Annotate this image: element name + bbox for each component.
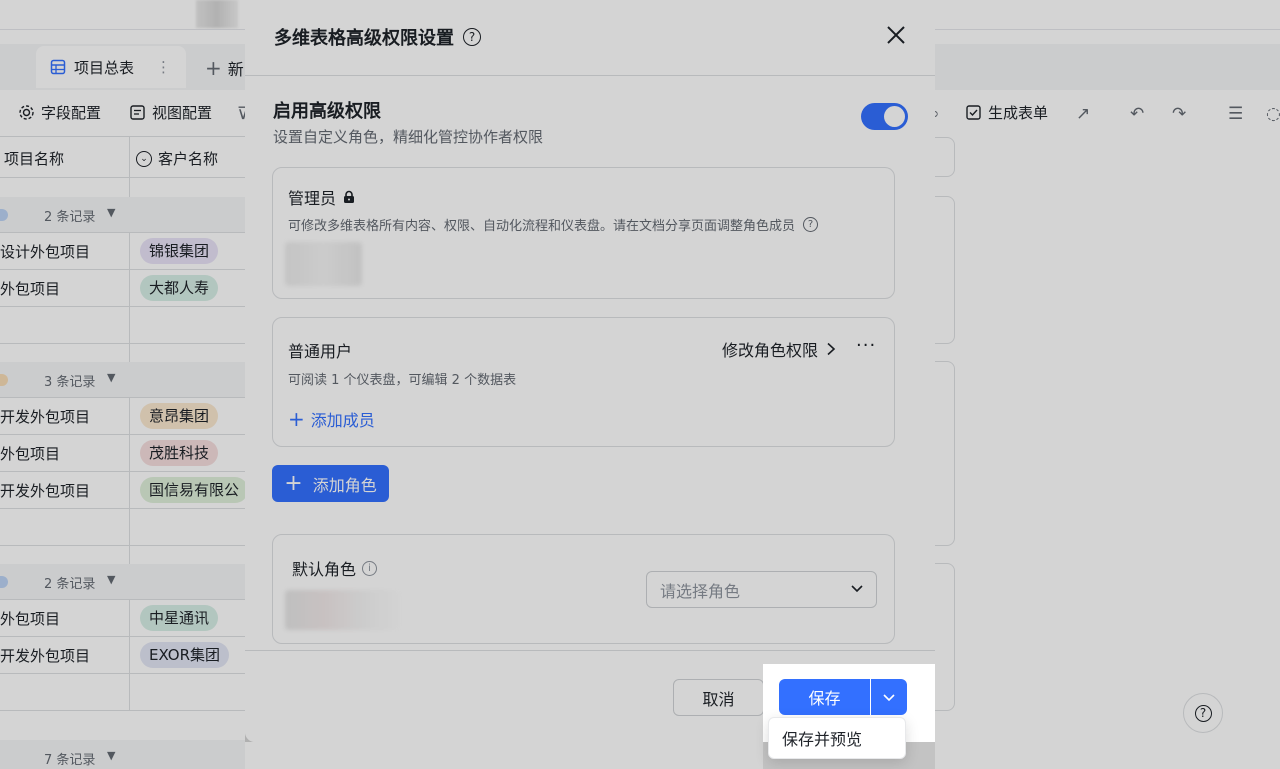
save-button[interactable]: 保存 bbox=[779, 679, 870, 715]
modal-dim-layer bbox=[245, 0, 935, 742]
save-and-preview-option[interactable]: 保存并预览 bbox=[768, 717, 906, 759]
save-options-button[interactable] bbox=[871, 679, 907, 715]
chevron-down-icon bbox=[883, 694, 895, 702]
